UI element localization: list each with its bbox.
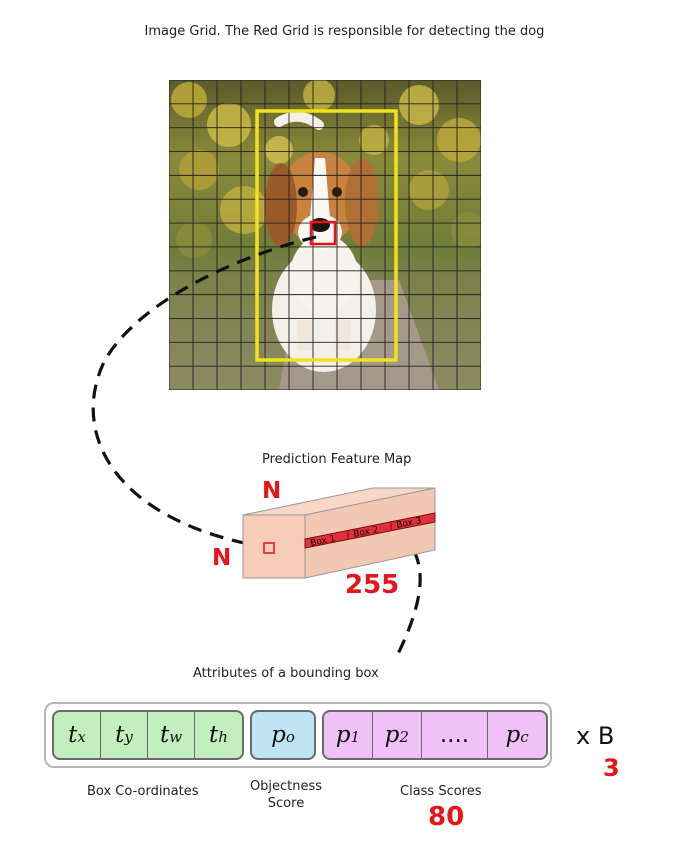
b-value-label: 3 — [603, 754, 620, 782]
p2-cell: p2 — [373, 712, 422, 758]
attribute-vector: tx ty tw th po p1 p2 .... pc — [44, 702, 552, 768]
ellipsis-cell: .... — [422, 712, 489, 758]
feature-map-title: Prediction Feature Map — [262, 452, 412, 467]
box-coordinates-group: tx ty tw th — [52, 710, 244, 760]
ty-cell: ty — [101, 712, 148, 758]
attributes-title: Attributes of a bounding box — [193, 666, 379, 681]
objectness-group: po — [250, 710, 316, 760]
box-coordinates-label: Box Co-ordinates — [87, 784, 199, 799]
pc-cell: pc — [505, 722, 529, 748]
connector-photo-to-feature-map — [91, 235, 317, 549]
n-left-label: N — [212, 545, 232, 571]
th-cell: th — [209, 722, 228, 748]
tw-cell: tw — [148, 712, 195, 758]
depth-255-label: 255 — [345, 570, 400, 600]
tx-cell: tx — [54, 712, 101, 758]
p1-cell: p1 — [324, 712, 373, 758]
times-b-label: x B — [576, 722, 615, 750]
n-top-label: N — [262, 478, 282, 504]
objectness-label: Objectness Score — [249, 779, 323, 811]
class-scores-group: p1 p2 .... pc — [322, 710, 548, 760]
po-cell: po — [271, 722, 295, 748]
class-scores-label: Class Scores — [400, 784, 482, 799]
num-classes-label: 80 — [428, 802, 465, 832]
